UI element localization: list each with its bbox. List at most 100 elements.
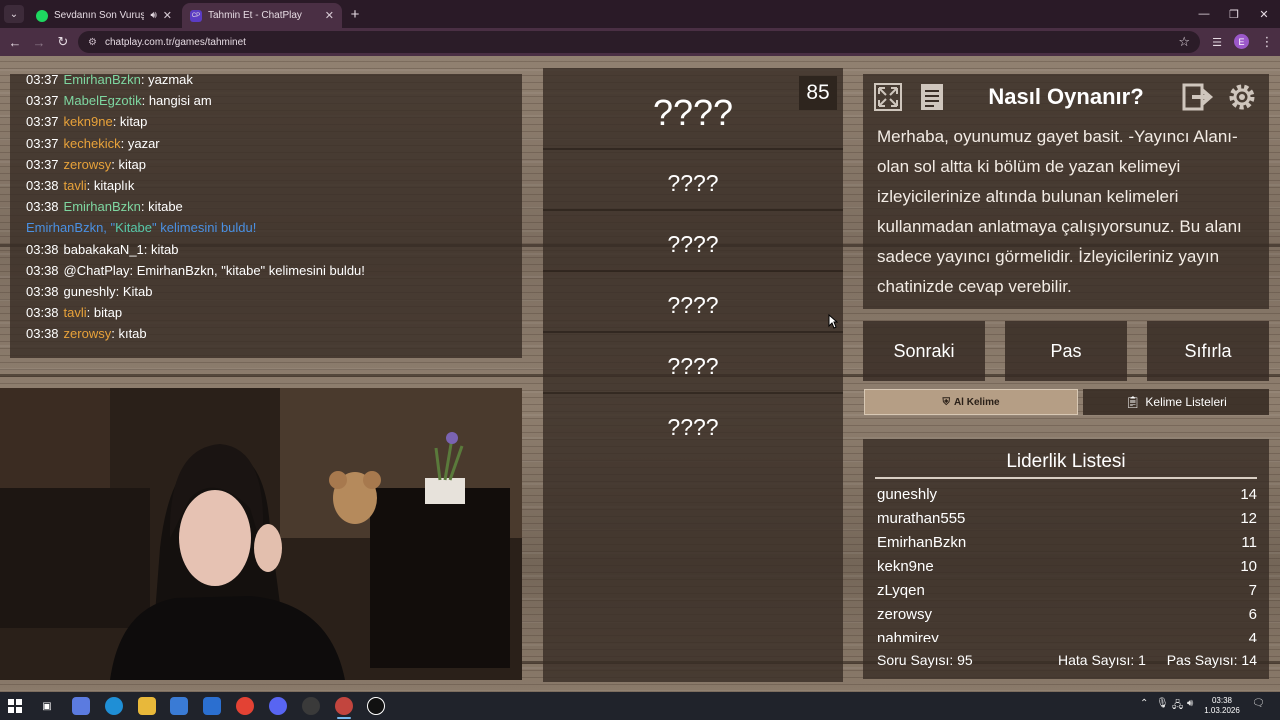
app-icon[interactable] <box>367 697 385 715</box>
chat-username[interactable]: kekn9ne <box>64 114 113 129</box>
chat-username[interactable]: tavli <box>64 305 87 320</box>
leaderboard-list[interactable]: guneshly 14 murathan555 12 EmirhanBzkn 11 kekn… <box>863 484 1269 642</box>
leaderboard-row: murathan555 12 <box>877 508 1257 532</box>
word-divider <box>543 209 843 211</box>
ai-word-button[interactable]: ⛨ Al Kelime <box>864 389 1078 415</box>
close-window-button[interactable]: ✕ <box>1250 4 1278 24</box>
forbidden-word: ???? <box>667 414 719 440</box>
windows-taskbar: ▣ ⌃ 🎙︎ 🖧︎ 🔊︎ 03:38 1.03.2026 🗨︎ <box>0 692 1280 720</box>
volume-icon[interactable]: 🔊︎ <box>1187 698 1193 709</box>
chat-message: 03:38 zerowsy: kıtab <box>26 326 147 341</box>
next-button[interactable]: Sonraki <box>863 321 985 381</box>
chat-username[interactable]: babakakaN_1 <box>64 242 144 257</box>
store-icon[interactable] <box>170 697 188 715</box>
chat-timestamp: 03:37 <box>26 135 59 151</box>
player-score: 7 <box>1248 582 1257 599</box>
word-divider <box>543 270 843 272</box>
chat-text: : Kitab <box>115 284 153 299</box>
obs-icon[interactable] <box>302 697 320 715</box>
restore-window-button[interactable]: ❐ <box>1220 4 1248 24</box>
chat-system-message: EmirhanBzkn, "Kitabe" kelimesini buldu! <box>26 220 256 235</box>
leaderboard-panel: Liderlik Listesi guneshly 14 murathan555 12… <box>863 439 1269 679</box>
chat-username[interactable]: kechekick <box>64 136 121 151</box>
chat-text: : yazar <box>120 135 160 151</box>
discord-icon[interactable] <box>269 697 287 715</box>
clock-date: 1.03.2026 <box>1204 706 1240 715</box>
close-tab-icon[interactable]: ✕ <box>163 9 172 22</box>
chat-message: 03:37 kechekick: yazar <box>26 136 160 151</box>
chat-message: 03:37 kekn9ne: kitap <box>26 114 147 129</box>
word-lists-button[interactable]: 📋︎ Kelime Listeleri <box>1083 389 1269 415</box>
chat-message: 03:38 tavli: bitap <box>26 305 122 320</box>
chat-username[interactable]: guneshly <box>64 284 116 299</box>
player-score: 12 <box>1240 510 1257 527</box>
player-name: kekn9ne <box>877 558 934 575</box>
player-name: nahmirey <box>877 630 939 642</box>
back-arrow-icon[interactable]: ← <box>6 33 24 51</box>
notifications-icon[interactable]: 🗨︎ <box>1252 698 1265 709</box>
found-word: Kitabe <box>115 220 153 236</box>
chat-timestamp: 03:38 <box>26 284 59 299</box>
leaderboard-row: nahmirey 4 <box>877 628 1257 642</box>
chat-username[interactable]: EmirhanBzkn <box>64 74 141 87</box>
chat-timestamp: 03:37 <box>26 74 59 87</box>
chat-timestamp: 03:37 <box>26 156 59 172</box>
menu-dots-icon[interactable]: ⋮ <box>1258 33 1276 51</box>
chrome-profile-icon[interactable] <box>335 697 353 715</box>
tab-search-button[interactable]: ⌄ <box>4 5 24 23</box>
chat-username[interactable]: MabelEgzotik <box>64 93 142 108</box>
clock-time: 03:38 <box>1211 696 1233 705</box>
profile-avatar[interactable]: E <box>1234 34 1249 49</box>
file-explorer-icon[interactable] <box>138 697 156 715</box>
bookmark-star-icon[interactable]: ☆ <box>1178 34 1190 50</box>
site-info-icon[interactable]: ⚙︎ <box>88 37 97 48</box>
chat-username[interactable]: zerowsy <box>64 326 112 341</box>
chat-username[interactable]: @ChatPlay <box>64 263 130 278</box>
spotify-icon <box>36 9 48 22</box>
ai-word-label: Al Kelime <box>953 396 1000 408</box>
settings-gear-icon[interactable] <box>1225 80 1259 114</box>
leaderboard-row: kekn9ne 10 <box>877 556 1257 580</box>
new-tab-button[interactable]: + <box>346 5 364 23</box>
system-clock[interactable]: 03:38 1.03.2026 <box>1203 696 1241 716</box>
leaderboard-row: zerowsy 6 <box>877 604 1257 628</box>
chat-username[interactable]: EmirhanBzkn <box>64 199 141 214</box>
reset-button[interactable]: Sıfırla <box>1147 321 1269 381</box>
speaker-icon[interactable]: 🔊︎ <box>150 10 156 21</box>
edge-icon[interactable] <box>105 697 123 715</box>
chat-timestamp: 03:37 <box>26 114 59 130</box>
player-name: murathan555 <box>877 510 966 527</box>
copilot-icon[interactable] <box>72 697 90 715</box>
close-tab-icon[interactable]: ✕ <box>325 9 334 22</box>
leaderboard-divider <box>875 477 1257 479</box>
player-score: 6 <box>1248 606 1257 623</box>
chrome-icon[interactable] <box>236 697 254 715</box>
robot-icon: ⛨ <box>942 396 950 408</box>
task-view-icon[interactable]: ▣ <box>38 697 56 715</box>
windows-start-icon[interactable] <box>6 697 24 715</box>
chat-timestamp: 03:38 <box>26 305 59 321</box>
network-icon[interactable]: 🖧︎ <box>1172 698 1183 715</box>
forward-arrow-icon[interactable]: → <box>30 33 48 51</box>
mail-icon[interactable] <box>203 697 221 715</box>
word-divider <box>543 392 843 394</box>
tab-chatplay[interactable]: CP Tahmin Et - ChatPlay ✕ <box>182 3 342 28</box>
chat-username[interactable]: tavli <box>64 178 87 193</box>
chat-timestamp: 03:38 <box>26 241 59 257</box>
chatplay-favicon-icon: CP <box>190 9 202 22</box>
forbidden-word: ???? <box>667 170 719 196</box>
pass-button[interactable]: Pas <box>1005 321 1127 381</box>
tab-music[interactable]: Sevdanın Son Vuruşu • Tarik 🔊︎ ✕ <box>28 3 180 28</box>
reload-icon[interactable]: ↻ <box>54 33 72 51</box>
microphone-icon[interactable]: 🎙︎ <box>1156 698 1169 709</box>
tray-chevron-icon[interactable]: ⌃ <box>1140 698 1148 709</box>
address-bar[interactable]: ⚙︎ chatplay.com.tr/games/tahminet ☆ <box>78 31 1200 53</box>
chat-panel[interactable]: 03:37 EmirhanBzkn: yazmak 03:37 MabelEgzoti… <box>10 74 522 358</box>
system-message-text: EmirhanBzkn, " <box>26 220 116 236</box>
chat-username[interactable]: zerowsy <box>64 157 112 172</box>
minimize-window-button[interactable]: — <box>1190 4 1218 24</box>
word-divider <box>543 331 843 333</box>
reading-list-icon[interactable]: ☰ <box>1208 33 1226 51</box>
exit-icon[interactable] <box>1181 80 1215 114</box>
chat-message: 03:38 @ChatPlay: EmirhanBzkn, "kitabe" ke… <box>26 263 365 278</box>
